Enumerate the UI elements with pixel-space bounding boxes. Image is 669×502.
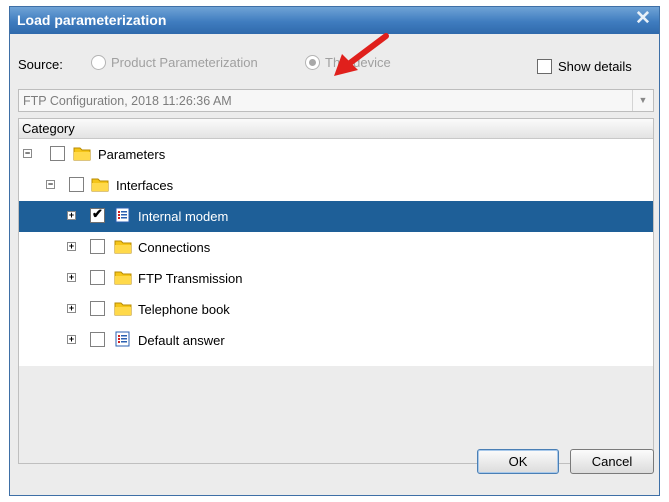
- red-arrow-annotation-icon: [334, 33, 389, 76]
- collapse-icon[interactable]: −: [46, 180, 55, 189]
- title-bar[interactable]: Load parameterization ✕: [10, 7, 659, 34]
- tree-label: Parameters: [98, 147, 166, 162]
- show-details-checkbox[interactable]: Show details: [537, 58, 632, 75]
- tree-checkbox[interactable]: [90, 301, 105, 316]
- chevron-down-icon[interactable]: ▼: [632, 90, 653, 111]
- load-parameterization-dialog: Load parameterization ✕ Source: Product …: [9, 6, 660, 496]
- tree-row-parameters[interactable]: − Parameters: [19, 139, 653, 170]
- list-icon: [115, 207, 130, 223]
- expand-icon[interactable]: +: [67, 211, 76, 220]
- collapse-icon[interactable]: −: [23, 149, 32, 158]
- source-label: Source:: [18, 57, 63, 72]
- tree-row-telephone-book[interactable]: + Telephone book: [19, 294, 653, 325]
- tree-checkbox[interactable]: [69, 177, 84, 192]
- expand-icon[interactable]: +: [67, 273, 76, 282]
- checkbox-icon: [537, 59, 552, 75]
- tree-checkbox[interactable]: [90, 239, 105, 254]
- tree-checkbox[interactable]: [90, 270, 105, 285]
- tree-label: Default answer: [138, 333, 225, 348]
- folder-icon: [114, 271, 132, 285]
- tree-label: Interfaces: [116, 178, 174, 193]
- dialog-title: Load parameterization: [17, 12, 167, 28]
- expand-icon[interactable]: +: [67, 335, 76, 344]
- tree-label: Internal modem: [138, 209, 229, 224]
- show-details-label: Show details: [558, 59, 632, 75]
- cancel-button[interactable]: Cancel: [570, 449, 654, 474]
- radio-unselected-icon: [91, 55, 106, 71]
- folder-icon: [91, 178, 109, 192]
- folder-icon: [114, 302, 132, 316]
- column-header-category[interactable]: Category: [19, 119, 653, 139]
- expand-icon[interactable]: +: [67, 242, 76, 251]
- checkmark-icon: ✔: [92, 206, 103, 221]
- dialog-body: Source: Product Parameterization This de…: [10, 33, 659, 495]
- list-icon: [115, 331, 130, 347]
- ok-button[interactable]: OK: [477, 449, 559, 474]
- tree-row-ftp-transmission[interactable]: + FTP Transmission: [19, 263, 653, 294]
- radio-product-parameterization[interactable]: Product Parameterization: [91, 54, 258, 71]
- tree-row-interfaces[interactable]: − Interfaces: [19, 170, 653, 201]
- tree-label: Telephone book: [138, 302, 230, 317]
- tree-label: FTP Transmission: [138, 271, 243, 286]
- column-header-label: Category: [22, 121, 75, 136]
- dialog-footer: OK Cancel: [10, 435, 659, 495]
- tree-label: Connections: [138, 240, 211, 255]
- tree-checkbox[interactable]: [90, 332, 105, 347]
- tree-checkbox[interactable]: [50, 146, 65, 161]
- folder-icon: [114, 240, 132, 254]
- tree-checkbox-checked[interactable]: ✔: [90, 206, 105, 223]
- tree-row-default-answer[interactable]: + Default answer: [19, 325, 653, 356]
- radio-product-parameterization-label: Product Parameterization: [111, 55, 258, 71]
- radio-selected-icon: [305, 55, 320, 71]
- expand-icon[interactable]: +: [67, 304, 76, 313]
- folder-icon: [73, 147, 91, 161]
- tree-row-connections[interactable]: + Connections: [19, 232, 653, 263]
- close-icon[interactable]: ✕: [633, 9, 653, 29]
- configuration-dropdown-value: FTP Configuration, 2018 11:26:36 AM: [23, 94, 232, 108]
- tree-row-internal-modem[interactable]: + ✔ Internal modem: [19, 201, 653, 232]
- configuration-dropdown[interactable]: FTP Configuration, 2018 11:26:36 AM ▼: [18, 89, 654, 112]
- category-tree: Category − Parameters − Interfaces + ✔ I…: [18, 118, 654, 464]
